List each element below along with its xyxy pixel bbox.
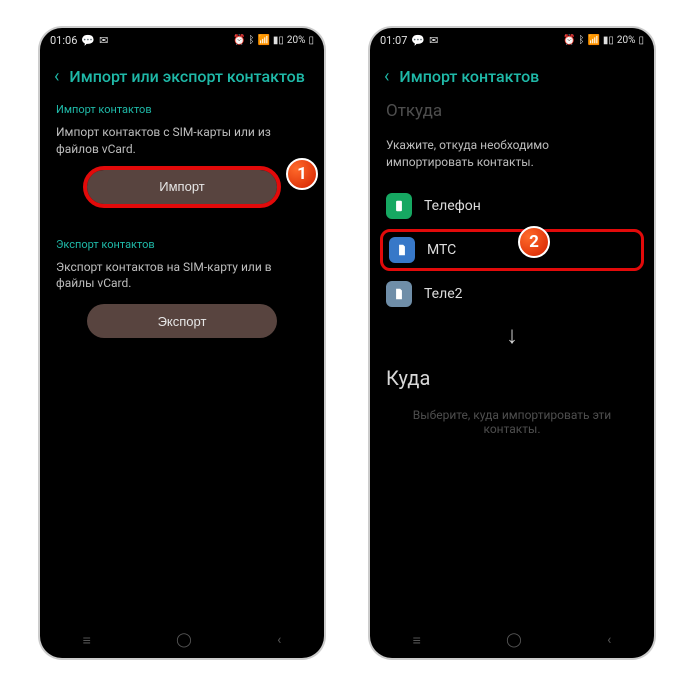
chat-icon: 💬 bbox=[411, 34, 425, 47]
option-phone[interactable]: Телефон bbox=[370, 185, 654, 227]
section-import-label: Импорт контактов bbox=[40, 97, 324, 124]
option-tele2[interactable]: Теле2 bbox=[370, 273, 654, 315]
battery-text: 20% bbox=[617, 35, 636, 46]
export-desc: Экспорт контактов на SIM-карту или в фай… bbox=[40, 259, 324, 305]
statusbar: 01:07 💬 ✉ ⏰ ᛒ 📶 ▮▯ 20% ▯ bbox=[370, 28, 654, 52]
navbar: ≡ ◯ ‹ bbox=[40, 622, 324, 658]
step-badge-1: 1 bbox=[286, 158, 318, 190]
signal-icon: ▮▯ bbox=[273, 35, 284, 46]
sim-icon bbox=[389, 237, 415, 263]
battery-icon: ▯ bbox=[638, 35, 644, 46]
arrow-down-icon: ↓ bbox=[370, 315, 654, 358]
appbar: ‹ Импорт или экспорт контактов bbox=[40, 52, 324, 97]
alarm-icon: ⏰ bbox=[563, 35, 575, 46]
nav-home-icon[interactable]: ◯ bbox=[506, 632, 522, 648]
phone-icon bbox=[386, 193, 412, 219]
nav-recent-icon[interactable]: ≡ bbox=[413, 632, 421, 649]
battery-text: 20% bbox=[287, 35, 306, 46]
to-label: Куда bbox=[370, 358, 654, 394]
from-info: Укажите, откуда необходимо импортировать… bbox=[370, 127, 654, 185]
option-label: Теле2 bbox=[424, 286, 463, 302]
nav-recent-icon[interactable]: ≡ bbox=[83, 632, 91, 649]
wifi-icon: 📶 bbox=[587, 35, 599, 46]
mail-icon: ✉ bbox=[429, 34, 438, 47]
signal-icon: ▮▯ bbox=[603, 35, 614, 46]
bt-icon: ᛒ bbox=[248, 35, 254, 46]
bt-icon: ᛒ bbox=[578, 35, 584, 46]
mail-icon: ✉ bbox=[99, 34, 108, 47]
export-button[interactable]: Экспорт bbox=[87, 304, 277, 338]
battery-icon: ▯ bbox=[308, 35, 314, 46]
import-desc: Импорт контактов с SIM-карты или из файл… bbox=[40, 124, 324, 170]
to-hint: Выберите, куда импортировать эти контакт… bbox=[370, 394, 654, 450]
option-mts[interactable]: МТС bbox=[380, 229, 644, 271]
back-icon[interactable]: ‹ bbox=[54, 66, 59, 87]
sim-icon bbox=[386, 281, 412, 307]
option-label: Телефон bbox=[424, 198, 481, 214]
navbar: ≡ ◯ ‹ bbox=[370, 622, 654, 658]
section-export-label: Экспорт контактов bbox=[40, 232, 324, 259]
alarm-icon: ⏰ bbox=[233, 35, 245, 46]
statusbar: 01:06 💬 ✉ ⏰ ᛒ 📶 ▮▯ 20% ▯ bbox=[40, 28, 324, 52]
nav-back-icon[interactable]: ‹ bbox=[277, 632, 281, 648]
status-time: 01:07 bbox=[380, 34, 407, 47]
phone-left: 01:06 💬 ✉ ⏰ ᛒ 📶 ▮▯ 20% ▯ ‹ Импорт или эк… bbox=[40, 28, 324, 658]
appbar: ‹ Импорт контактов bbox=[370, 52, 654, 97]
option-label: МТС bbox=[427, 242, 456, 258]
chat-icon: 💬 bbox=[81, 34, 95, 47]
page-title: Импорт или экспорт контактов bbox=[69, 67, 304, 86]
from-label: Откуда bbox=[370, 97, 654, 127]
step-badge-2: 2 bbox=[518, 226, 550, 258]
nav-back-icon[interactable]: ‹ bbox=[607, 632, 611, 648]
page-title: Импорт контактов bbox=[399, 67, 539, 86]
import-button[interactable]: Импорт bbox=[87, 170, 277, 204]
phone-right: 01:07 💬 ✉ ⏰ ᛒ 📶 ▮▯ 20% ▯ ‹ Импорт контак… bbox=[370, 28, 654, 658]
status-time: 01:06 bbox=[50, 34, 77, 47]
wifi-icon: 📶 bbox=[257, 35, 269, 46]
back-icon[interactable]: ‹ bbox=[384, 66, 389, 87]
nav-home-icon[interactable]: ◯ bbox=[176, 632, 192, 648]
